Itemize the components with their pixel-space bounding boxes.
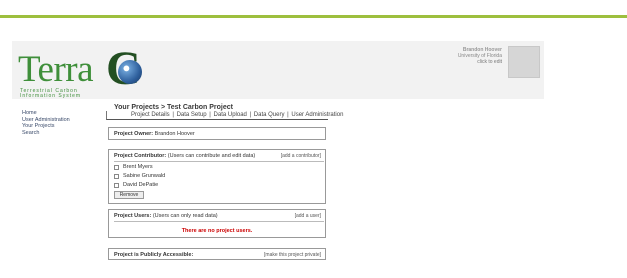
tab-data-setup[interactable]: Data Setup — [177, 112, 207, 118]
remove-contributor-button[interactable]: Remove — [114, 191, 144, 199]
breadcrumb: Your Projects > Test Carbon Project — [106, 104, 328, 111]
users-label: Project Users: — [114, 213, 152, 219]
contributor-name: David DePatie — [123, 182, 159, 188]
tab-data-query[interactable]: Data Query — [254, 112, 285, 118]
add-user-link[interactable]: [add a user] — [295, 213, 321, 219]
edit-profile-link[interactable]: click to edit — [458, 59, 502, 65]
project-users-panel: Project Users: (Users can only read data… — [108, 209, 326, 238]
top-divider — [0, 0, 627, 18]
contributor-name: Sabine Grunwald — [123, 173, 166, 179]
submenu-separator: | — [172, 112, 174, 118]
contributors-note: (Users can contribute and edit data) — [167, 153, 256, 159]
contributor-checkbox[interactable] — [114, 164, 119, 170]
nav-search[interactable]: Search — [22, 130, 70, 137]
users-note: (Users can only read data) — [152, 213, 218, 219]
submenu-separator: | — [209, 112, 211, 118]
logo-subtitle: Terrestrial Carbon Information System — [20, 88, 82, 99]
users-header: Project Users: (Users can only read data… — [114, 213, 324, 222]
tab-user-administration[interactable]: User Administration — [291, 112, 343, 118]
avatar[interactable] — [508, 46, 540, 78]
add-contributor-link[interactable]: [add a contributor] — [281, 153, 321, 159]
project-submenu: Project Details | Data Setup | Data Uplo… — [106, 111, 343, 120]
contributor-row: David DePatie — [114, 181, 320, 189]
side-navigation: Home User Administration Your Projects S… — [22, 110, 70, 136]
breadcrumb-your-projects[interactable]: Your Projects — [114, 104, 159, 111]
terrac-logo[interactable]: Terra C Terrestrial Carbon Information S… — [18, 45, 158, 99]
submenu-separator: | — [287, 112, 289, 118]
public-access-panel: Project is Publicly Accessible: [make th… — [108, 248, 326, 260]
contributor-name: Brent Myers — [123, 164, 153, 170]
breadcrumb-current-project: Test Carbon Project — [167, 104, 233, 111]
site-header: Terra C Terrestrial Carbon Information S… — [12, 41, 544, 99]
submenu-separator: | — [249, 112, 252, 118]
contributor-row: Sabine Grunwald — [114, 172, 320, 180]
contributor-row: Brent Myers — [114, 163, 320, 171]
make-private-link[interactable]: [make this project private] — [264, 252, 321, 258]
globe-icon — [118, 60, 142, 84]
user-info: Brandon Hoover University of Florida cli… — [458, 47, 502, 65]
contributor-checkbox[interactable] — [114, 173, 119, 179]
owner-value: Brandon Hoover — [154, 131, 195, 137]
breadcrumb-separator: > — [160, 104, 166, 111]
tab-data-upload[interactable]: Data Upload — [214, 112, 247, 118]
contributors-label: Project Contributor: — [114, 153, 167, 159]
project-contributors-panel: Project Contributor: (Users can contribu… — [108, 149, 326, 204]
no-users-message: There are no project users. — [181, 228, 253, 234]
main-content: Your Projects > Test Carbon Project Proj… — [106, 104, 343, 120]
tab-project-details[interactable]: Project Details — [131, 112, 170, 118]
owner-label: Project Owner: — [114, 131, 154, 137]
public-access-label: Project is Publicly Accessible: — [114, 252, 194, 258]
project-owner-panel: Project Owner: Brandon Hoover — [108, 127, 326, 140]
logo-wordmark: Terra — [18, 49, 94, 90]
contributor-checkbox[interactable] — [114, 182, 119, 188]
